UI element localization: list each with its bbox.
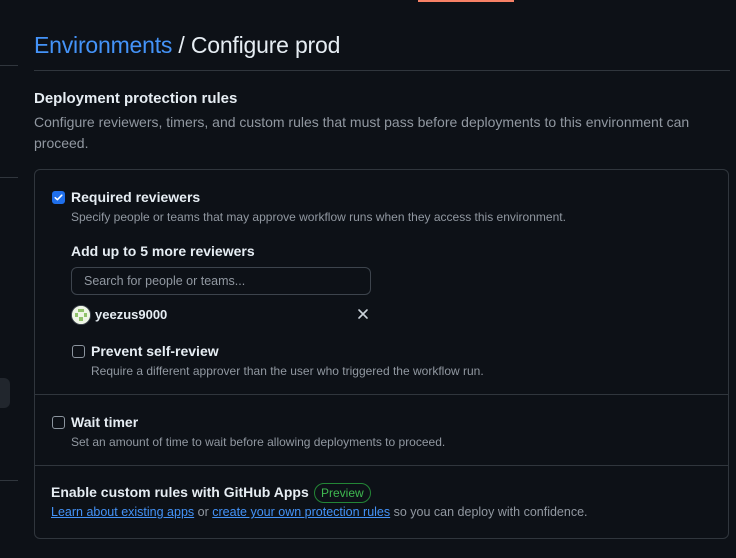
section-title: Deployment protection rules [34, 90, 238, 107]
page-title-text: Configure prod [190, 32, 341, 58]
required-reviewers-label[interactable]: Required reviewers [71, 189, 200, 205]
custom-rules-tail-text: so you can deploy with confidence. [393, 505, 588, 519]
reviewer-name: yeezus9000 [95, 307, 168, 322]
rule-divider [35, 394, 728, 395]
custom-rules-description: Learn about existing apps or create your… [51, 505, 588, 519]
prevent-self-review-label[interactable]: Prevent self-review [91, 343, 219, 359]
close-icon [358, 309, 368, 319]
custom-rules-or-text: or [197, 505, 209, 519]
prevent-self-review-description: Require a different approver than the us… [91, 364, 484, 378]
wait-timer-checkbox[interactable] [52, 416, 65, 429]
reviewer-search-input[interactable] [71, 267, 371, 295]
identicon-icon [72, 306, 90, 324]
page-header: Environments / Configure prod [34, 30, 730, 71]
wait-timer-description: Set an amount of time to wait before all… [71, 435, 446, 449]
nav-active-indicator [418, 0, 514, 2]
wait-timer-label[interactable]: Wait timer [71, 414, 138, 430]
breadcrumb-separator: / [178, 32, 185, 58]
required-reviewers-checkbox[interactable] [52, 191, 65, 204]
section-description: Configure reviewers, timers, and custom … [34, 114, 690, 151]
add-reviewers-label: Add up to 5 more reviewers [71, 243, 255, 259]
breadcrumb-environments-link[interactable]: Environments [34, 32, 172, 58]
rule-divider [35, 465, 728, 466]
check-icon [54, 194, 63, 201]
required-reviewers-description: Specify people or teams that may approve… [71, 210, 566, 224]
prevent-self-review-checkbox[interactable] [72, 345, 85, 358]
custom-rules-title: Enable custom rules with GitHub Apps [51, 484, 309, 500]
avatar [71, 305, 91, 325]
protection-rules-box: Required reviewers Specify people or tea… [34, 169, 729, 539]
sidebar-divider [0, 480, 18, 481]
learn-existing-apps-link[interactable]: Learn about existing apps [51, 505, 194, 519]
create-protection-rules-link[interactable]: create your own protection rules [212, 505, 390, 519]
remove-reviewer-button[interactable] [355, 306, 371, 322]
sidebar-active-item[interactable] [0, 378, 10, 408]
page-title: Environments / Configure prod [34, 30, 730, 60]
sidebar-divider [0, 177, 18, 178]
sidebar-divider [0, 65, 18, 66]
preview-badge: Preview [314, 483, 371, 503]
